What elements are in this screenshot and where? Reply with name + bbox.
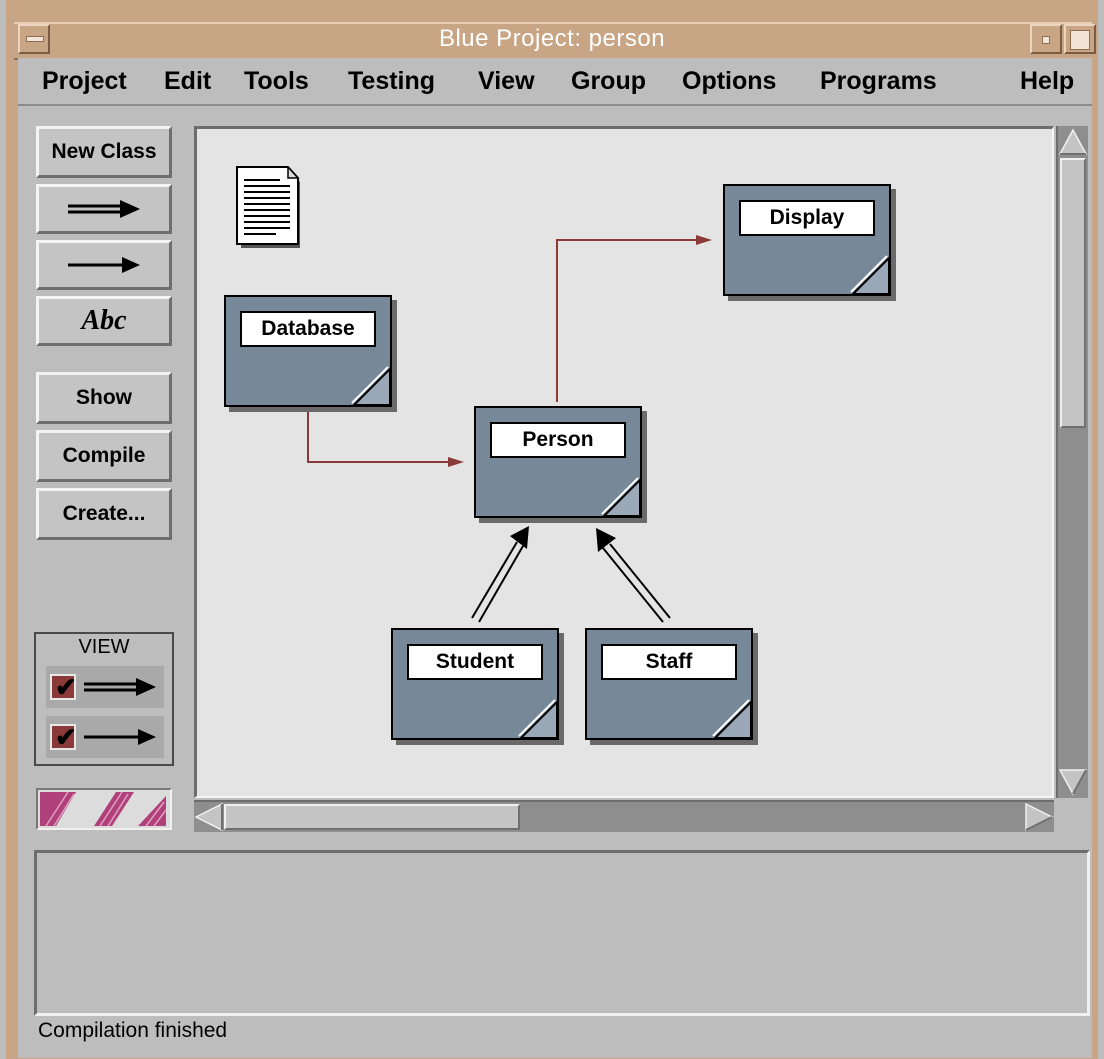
horizontal-scrollbar[interactable]	[194, 800, 1054, 832]
class-database-name: Database	[240, 311, 376, 347]
document-note-icon[interactable]	[236, 166, 302, 248]
class-database[interactable]: Database	[224, 295, 392, 407]
resize-handle-icon[interactable]	[709, 696, 753, 740]
horizontal-scroll-thumb[interactable]	[224, 804, 520, 830]
resize-handle-icon[interactable]	[598, 474, 642, 518]
resize-handle-icon[interactable]	[847, 252, 891, 296]
class-student[interactable]: Student	[391, 628, 559, 740]
class-staff[interactable]: Staff	[585, 628, 753, 740]
class-student-name: Student	[407, 644, 543, 680]
message-area	[34, 850, 1090, 1016]
resize-handle-icon[interactable]	[515, 696, 559, 740]
scroll-down-icon[interactable]	[1058, 768, 1088, 798]
class-person-name: Person	[490, 422, 626, 458]
scroll-right-icon[interactable]	[1024, 802, 1054, 832]
class-display-name: Display	[739, 200, 875, 236]
resize-handle-icon[interactable]	[348, 363, 392, 407]
scroll-left-icon[interactable]	[194, 802, 224, 832]
scroll-up-icon[interactable]	[1058, 126, 1088, 156]
class-staff-name: Staff	[601, 644, 737, 680]
class-display[interactable]: Display	[723, 184, 891, 296]
vertical-scrollbar[interactable]	[1056, 126, 1088, 798]
status-message: Compilation finished	[38, 1019, 228, 1042]
class-person[interactable]: Person	[474, 406, 642, 518]
vertical-scroll-thumb[interactable]	[1060, 158, 1086, 428]
